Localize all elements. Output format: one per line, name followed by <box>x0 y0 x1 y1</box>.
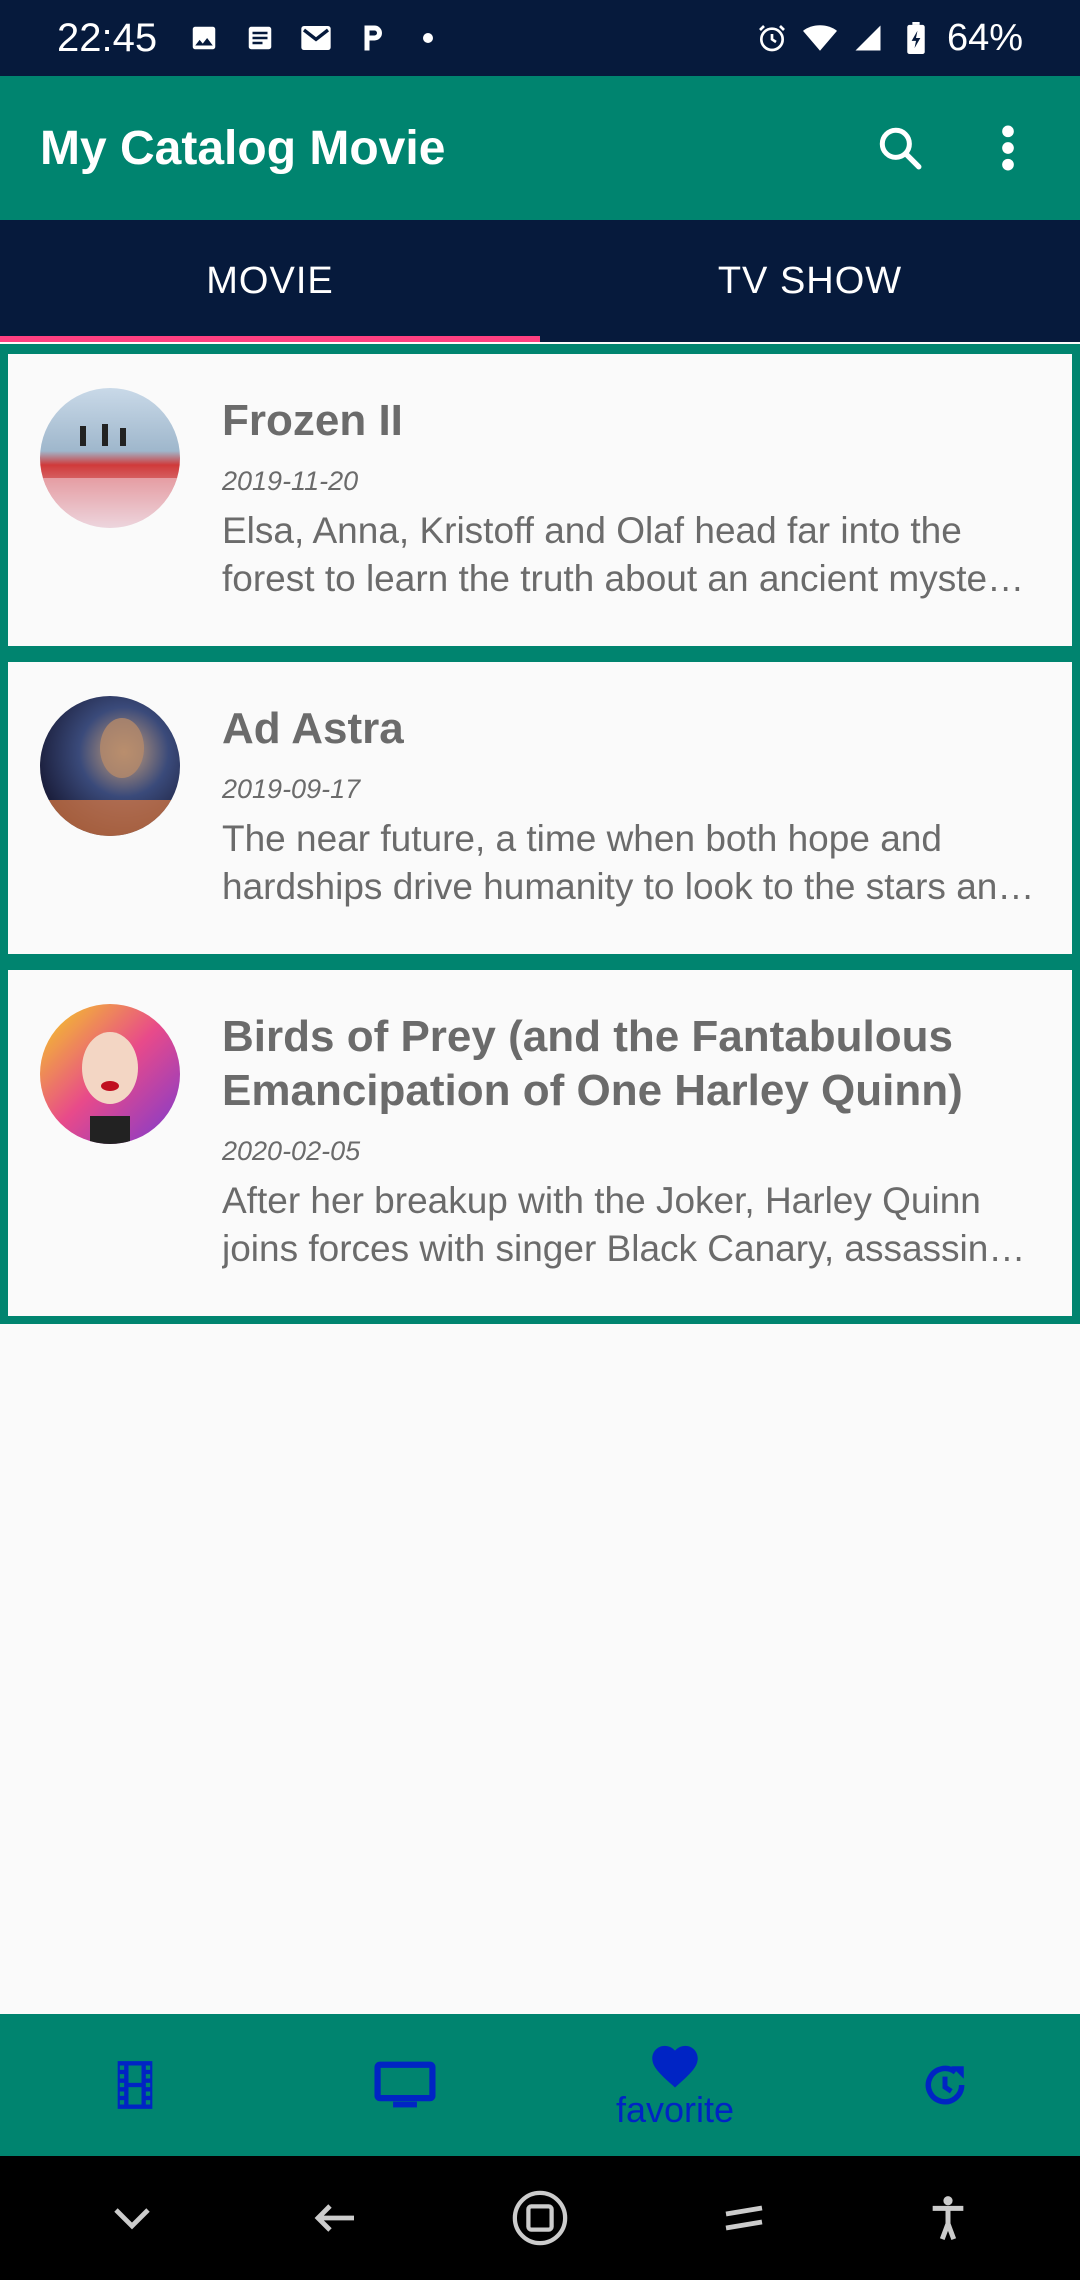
search-button[interactable] <box>868 116 932 180</box>
back-arrow-icon <box>314 2204 354 2232</box>
movie-title: Birds of Prey (and the Fantabulous Emanc… <box>222 1012 963 1115</box>
signal-icon <box>851 21 885 55</box>
status-right: 64% <box>755 17 1023 60</box>
movie-card-body: Frozen II 2019-11-20 Elsa, Anna, Kristof… <box>222 354 1036 646</box>
nav-reminder[interactable] <box>810 2014 1080 2156</box>
heart-icon <box>652 2045 698 2088</box>
chevron-down-icon <box>114 2208 150 2230</box>
tab-movie-label: MOVIE <box>206 259 334 302</box>
movie-overview: After her breakup with the Joker, Harley… <box>222 1180 989 1269</box>
tab-tv-show[interactable]: TV SHOW <box>540 220 1080 342</box>
movie-title: Ad Astra <box>222 704 404 753</box>
wifi-icon <box>802 21 837 55</box>
image-icon <box>187 21 221 55</box>
p-icon <box>355 21 389 55</box>
movie-card[interactable]: Birds of Prey (and the Fantabulous Emanc… <box>8 970 1072 1316</box>
tab-tv-show-label: TV SHOW <box>717 259 903 302</box>
film-icon <box>117 2061 153 2109</box>
bottom-navigation: favorite <box>0 2014 1080 2156</box>
app-bar: My Catalog Movie <box>0 76 1080 220</box>
movie-card-body: Ad Astra 2019-09-17 The near future, a t… <box>222 662 1036 954</box>
movie-date: 2019-11-20 <box>222 466 359 496</box>
collapse-button[interactable] <box>92 2178 172 2258</box>
recents-button[interactable] <box>704 2178 784 2258</box>
movie-card-body: Birds of Prey (and the Fantabulous Emanc… <box>222 970 1036 1316</box>
status-time: 22:45 <box>57 15 158 60</box>
home-button[interactable] <box>500 2178 580 2258</box>
recents-icon <box>725 2205 763 2231</box>
movie-overview: Elsa, Anna, Kristoff and Olaf head far i… <box>222 510 1018 599</box>
more-vert-icon <box>1002 125 1014 171</box>
battery-percent: 64% <box>946 16 1023 59</box>
tab-movie[interactable]: MOVIE <box>0 220 540 342</box>
movie-list: Frozen II 2019-11-20 Elsa, Anna, Kristof… <box>0 344 1080 1324</box>
reminder-icon <box>925 2065 965 2105</box>
back-button[interactable] <box>296 2178 376 2258</box>
news-icon <box>243 21 277 55</box>
dot-icon <box>411 21 445 55</box>
movie-card[interactable]: Ad Astra 2019-09-17 The near future, a t… <box>8 662 1072 954</box>
nav-favorite-label: favorite <box>615 2089 735 2130</box>
movie-poster <box>40 1004 180 1144</box>
home-icon <box>512 2190 568 2246</box>
app-bar-actions <box>868 116 1040 180</box>
battery-icon <box>899 21 933 55</box>
tab-bar: MOVIE TV SHOW <box>0 220 1080 342</box>
tv-icon <box>374 2061 436 2108</box>
system-navigation-bar <box>0 2156 1080 2280</box>
movie-overview: The near future, a time when both hope a… <box>222 818 1018 907</box>
app-title: My Catalog Movie <box>40 121 446 175</box>
gmail-icon <box>299 21 333 55</box>
nav-movie[interactable] <box>0 2014 270 2156</box>
accessibility-button[interactable] <box>908 2178 988 2258</box>
nav-tv[interactable] <box>270 2014 540 2156</box>
alarm-icon <box>755 21 789 55</box>
accessibility-icon <box>932 2196 964 2240</box>
movie-date: 2020-02-05 <box>222 1136 361 1166</box>
search-icon <box>879 127 922 170</box>
movie-title: Frozen II <box>222 396 403 445</box>
movie-poster <box>40 388 180 528</box>
nav-favorite[interactable]: favorite <box>540 2014 810 2156</box>
movie-card[interactable]: Frozen II 2019-11-20 Elsa, Anna, Kristof… <box>8 354 1072 646</box>
notification-icons <box>187 21 445 55</box>
movie-date: 2019-09-17 <box>222 774 361 804</box>
status-bar: 22:45 64% <box>0 0 1080 76</box>
movie-poster <box>40 696 180 836</box>
more-options-button[interactable] <box>976 116 1040 180</box>
